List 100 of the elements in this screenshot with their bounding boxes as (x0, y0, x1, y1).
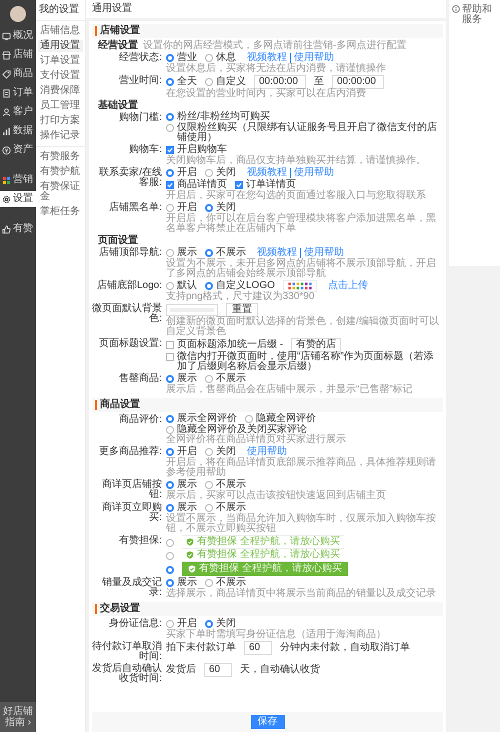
menu-item[interactable]: 通用设置 (38, 40, 83, 52)
radio-button[interactable] (166, 552, 174, 560)
text-field[interactable]: 00:00:00 (254, 75, 306, 89)
nav-item[interactable]: 资产 (0, 142, 36, 158)
option-label[interactable]: 展示 (177, 374, 197, 384)
avatar[interactable] (10, 6, 26, 22)
option-label[interactable]: 微信内打开微页面时，使用“店铺名称”作为页面标题（若添加了后缀则名称后会显示后缀） (177, 352, 443, 372)
radio-button[interactable] (166, 538, 174, 546)
guide-link[interactable]: 好店铺指南 › (0, 702, 36, 732)
help-link[interactable]: 视频教程 (244, 168, 290, 178)
text-field[interactable]: 60 (244, 641, 272, 655)
nav-item[interactable]: 商品 (0, 66, 36, 82)
menu-item[interactable]: 掌柜任务 (38, 206, 83, 218)
option-label[interactable]: 开启 (177, 203, 197, 213)
option-label[interactable]: 开启 (177, 619, 197, 629)
option-label[interactable]: 关闭 (216, 168, 236, 178)
nav-item[interactable]: 概况 (0, 28, 36, 44)
radio-button[interactable] (166, 504, 174, 512)
checkbox[interactable] (166, 341, 174, 349)
checkbox[interactable] (166, 146, 174, 154)
radio-button[interactable] (205, 375, 213, 383)
radio-button[interactable] (166, 448, 174, 456)
radio-button[interactable] (205, 481, 213, 489)
option-label[interactable]: 不展示 (216, 480, 246, 490)
color-field[interactable] (166, 304, 218, 316)
option-label[interactable]: 自定义LOGO (216, 281, 275, 291)
text-field[interactable]: 有赞的店 (291, 338, 342, 352)
radio-button[interactable] (205, 448, 213, 456)
radio-button[interactable] (166, 375, 174, 383)
radio-button[interactable] (166, 249, 174, 257)
text-field[interactable]: 60 (204, 663, 232, 677)
option-label[interactable]: 不展示 (216, 578, 246, 588)
radio-button[interactable] (205, 54, 213, 62)
option-label[interactable]: 隐藏全网评价及关闭买家评论 (177, 425, 307, 435)
radio-button[interactable] (166, 566, 174, 574)
option-label[interactable]: 展示 (177, 480, 197, 490)
option-label[interactable]: 开启 (177, 447, 197, 457)
option-label[interactable]: 商品详情页 (177, 180, 227, 190)
menu-item[interactable]: 消费保障 (38, 85, 83, 97)
menu-item[interactable]: 操作记录 (38, 130, 83, 142)
radio-button[interactable] (205, 169, 213, 177)
menu-item[interactable]: 有赞服务 (38, 151, 83, 163)
radio-button[interactable] (166, 579, 174, 587)
radio-button[interactable] (205, 504, 213, 512)
checkbox[interactable] (166, 353, 174, 361)
option-label[interactable]: 关闭 (216, 203, 236, 213)
radio-button[interactable] (166, 124, 174, 132)
option-label[interactable]: 休息 (216, 53, 236, 63)
radio-button[interactable] (166, 481, 174, 489)
menu-item[interactable]: 订单设置 (38, 55, 83, 67)
nav-item[interactable]: 营销 (0, 172, 36, 188)
help-link[interactable]: 帮助和服务 (462, 5, 497, 25)
option-label[interactable]: 关闭 (216, 447, 236, 457)
radio-button[interactable] (205, 620, 213, 628)
radio-button[interactable] (166, 113, 174, 121)
nav-item[interactable]: 客户 (0, 104, 36, 120)
help-link[interactable]: 视频教程 (244, 53, 290, 63)
radio-button[interactable] (166, 78, 174, 86)
nav-item[interactable]: 订单 (0, 85, 36, 101)
text-field[interactable]: 00:00:00 (332, 75, 384, 89)
reset-button[interactable]: 重置 (226, 303, 258, 317)
radio-button[interactable] (205, 579, 213, 587)
radio-button[interactable] (166, 169, 174, 177)
nav-item[interactable]: 数据 (0, 123, 36, 139)
nav-item[interactable]: 店铺 (0, 47, 36, 63)
menu-item[interactable]: 有赞保证金 (38, 181, 83, 203)
checkbox[interactable] (235, 181, 243, 189)
nav-item[interactable]: 设置 (0, 191, 36, 207)
option-label[interactable]: 展示 (177, 578, 197, 588)
option-label[interactable]: 不展示 (216, 248, 246, 258)
radio-button[interactable] (166, 54, 174, 62)
option-label[interactable]: 不展示 (216, 503, 246, 513)
option-label[interactable]: 自定义 (216, 77, 246, 87)
menu-item[interactable]: 员工管理 (38, 100, 83, 112)
radio-button[interactable] (245, 415, 253, 423)
option-label[interactable]: 不展示 (216, 374, 246, 384)
option-label[interactable]: 仅限粉丝购买（只限绑有认证服务号且开启了微信支付的店铺使用） (177, 123, 443, 143)
radio-button[interactable] (166, 415, 174, 423)
option-label[interactable]: 隐藏全网评价 (256, 414, 316, 424)
option-label[interactable]: 开启 (177, 168, 197, 178)
option-label[interactable]: 展示 (177, 248, 197, 258)
help-link[interactable]: 视频教程 (254, 248, 300, 258)
radio-button[interactable] (205, 204, 213, 212)
radio-button[interactable] (166, 204, 174, 212)
radio-button[interactable] (205, 249, 213, 257)
option-label[interactable]: 开启购物车 (177, 145, 227, 155)
option-label[interactable]: 关闭 (216, 619, 236, 629)
option-label[interactable]: 全天 (177, 77, 197, 87)
menu-item[interactable]: 店铺信息 (38, 25, 83, 37)
radio-button[interactable] (166, 426, 174, 434)
option-label[interactable]: 粉丝/非粉丝均可购买 (177, 112, 270, 122)
radio-button[interactable] (205, 78, 213, 86)
menu-item[interactable]: 有赞护航 (38, 166, 83, 178)
option-label[interactable]: 展示 (177, 503, 197, 513)
option-label[interactable]: 默认 (177, 281, 197, 291)
checkbox[interactable] (166, 181, 174, 189)
option-label[interactable]: 展示全网评价 (177, 414, 237, 424)
option-label[interactable]: 页面标题添加统一后缀 - (177, 340, 284, 350)
nav-item[interactable]: 有赞 (0, 221, 36, 237)
option-label[interactable]: 营业 (177, 53, 197, 63)
